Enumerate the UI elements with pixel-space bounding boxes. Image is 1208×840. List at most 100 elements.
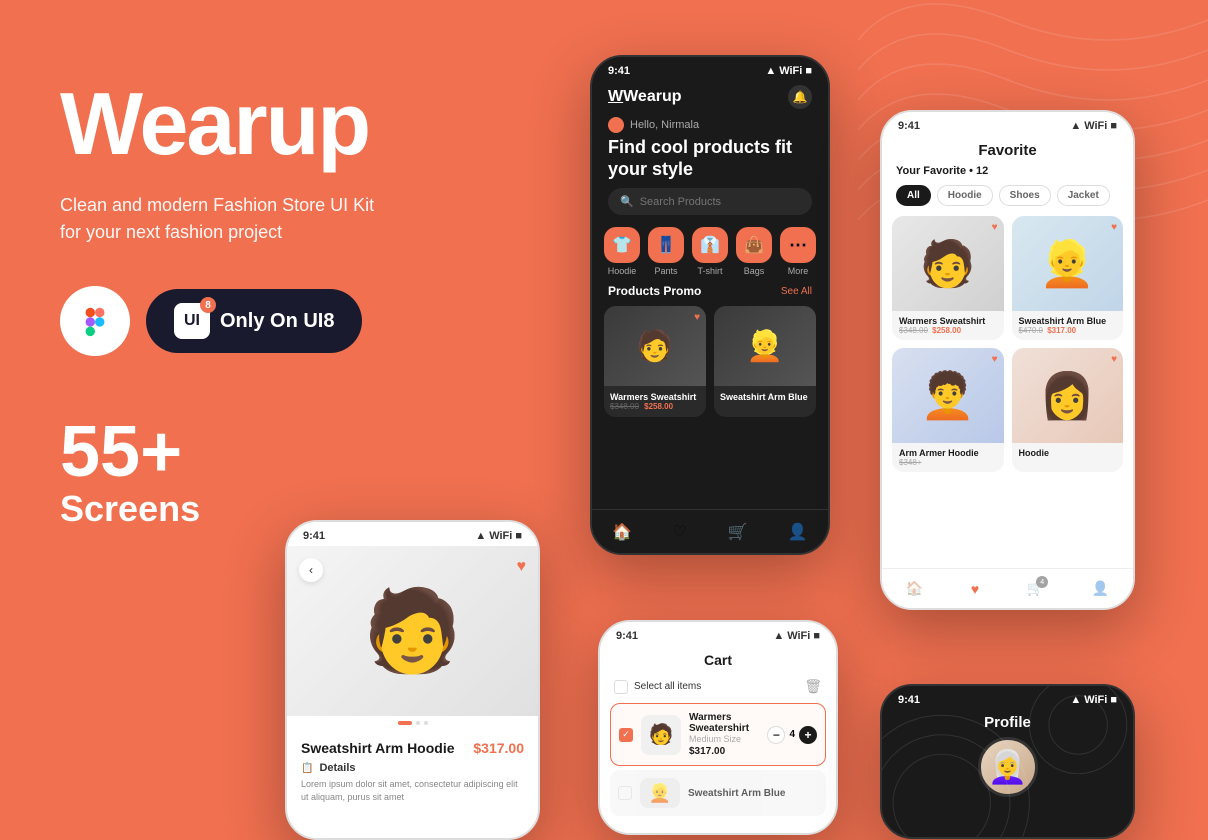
nav-home[interactable]: 🏠 xyxy=(612,522,632,542)
tab-shoes[interactable]: Shoes xyxy=(999,185,1051,206)
status-bar-profile: 9:41 ▲WiFi■ xyxy=(882,686,1133,710)
detail-heart-icon[interactable]: ♥ xyxy=(517,558,527,576)
brand-title: Wearup xyxy=(60,80,540,168)
nav-home-fav[interactable]: 🏠 xyxy=(906,580,923,597)
nav-cart[interactable]: 🛒 xyxy=(727,522,747,542)
select-all-checkbox[interactable] xyxy=(614,680,628,694)
detail-info: Sweatshirt Arm Hoodie $317.00 📋 Details … xyxy=(287,730,538,813)
ui8-logo: UI 8 xyxy=(174,303,210,339)
bottom-nav-home: 🏠 ♡ 🛒 👤 xyxy=(592,509,828,553)
fav-card-3[interactable]: 🧑‍🦱 ♥ Arm Armer Hoodie $348+ xyxy=(892,348,1004,472)
pants-icon: 👖 xyxy=(648,227,684,263)
cat-more[interactable]: ⋯ More xyxy=(780,227,816,276)
bags-icon: 👜 xyxy=(736,227,772,263)
status-bar-cart: 9:41 ▲WiFi■ xyxy=(600,622,836,646)
tab-jacket[interactable]: Jacket xyxy=(1057,185,1110,206)
nav-heart-fav[interactable]: ♥ xyxy=(971,581,979,597)
cart-select-row: Select all items 🗑 xyxy=(600,674,836,699)
phone-detail: 9:41 ▲WiFi■ ‹ ♥ 🧑 Sweatshirt Arm Hoodie … xyxy=(285,520,540,840)
delete-icon[interactable]: 🗑 xyxy=(804,678,822,695)
home-logo: WWearup xyxy=(608,88,682,106)
bell-icon[interactable]: 🔔 xyxy=(788,85,812,109)
home-tagline: Find cool products fit your style xyxy=(592,133,828,188)
nav-heart[interactable]: ♡ xyxy=(673,522,687,542)
filter-tabs: All Hoodie Shoes Jacket xyxy=(882,185,1133,216)
phone-profile: 9:41 ▲WiFi■ Profile 👩‍🦳 xyxy=(880,684,1135,839)
cart-item-checkbox-2[interactable] xyxy=(618,786,632,800)
nav-profile-fav[interactable]: 👤 xyxy=(1092,580,1109,597)
select-all-label[interactable]: Select all items xyxy=(614,680,701,694)
product-info-2: Sweatshirt Arm Blue xyxy=(714,386,816,408)
profile-avatar: 👩‍🦳 xyxy=(978,737,1038,797)
search-input[interactable] xyxy=(640,196,800,208)
fav-heart-1[interactable]: ♥ xyxy=(992,222,998,233)
nav-profile[interactable]: 👤 xyxy=(788,522,808,542)
detail-product-image: 🧑 xyxy=(363,584,463,678)
brand-subtitle: Clean and modern Fashion Store UI Kit fo… xyxy=(60,192,540,246)
fav-img-4: 👩 ♥ xyxy=(1012,348,1124,443)
cat-pants[interactable]: 👖 Pants xyxy=(648,227,684,276)
cat-hoodie[interactable]: 👕 Hoodie xyxy=(604,227,640,276)
badge-row: UI 8 Only On UI8 xyxy=(60,286,540,356)
category-row: 👕 Hoodie 👖 Pants 👔 T-shirt 👜 Bags ⋯ More xyxy=(592,227,828,284)
profile-avatar-container: 👩‍🦳 xyxy=(882,737,1133,797)
detail-image: ‹ ♥ 🧑 xyxy=(287,546,538,716)
product-card-2[interactable]: 👱 ♡ Sweatshirt Arm Blue xyxy=(714,306,816,417)
fav-grid: 🧑 ♥ Warmers Sweatshirt $348.00 $258.00 👱… xyxy=(882,216,1133,472)
product-img-1: 🧑 ♥ xyxy=(604,306,706,386)
figma-icon xyxy=(77,303,113,339)
fav-img-3: 🧑‍🦱 ♥ xyxy=(892,348,1004,443)
details-icon: 📋 xyxy=(301,763,313,774)
more-icon: ⋯ xyxy=(780,227,816,263)
hoodie-icon: 👕 xyxy=(604,227,640,263)
cart-item-checkbox-1[interactable]: ✓ xyxy=(619,728,633,742)
cart-item-1[interactable]: ✓ 🧑 Warmers Sweatershirt Medium Size $31… xyxy=(610,703,826,766)
figma-badge[interactable] xyxy=(60,286,130,356)
fav-title: Favorite xyxy=(882,136,1133,165)
fav-heart-3[interactable]: ♥ xyxy=(992,354,998,365)
product-img-2: 👱 ♡ xyxy=(714,306,816,386)
home-greeting: Hello, Nirmala xyxy=(592,117,828,133)
fav-subtitle: Your Favorite • 12 xyxy=(882,165,1133,185)
fav-card-2[interactable]: 👱 ♥ Sweatshirt Arm Blue $470.0 $317.00 xyxy=(1012,216,1124,340)
back-button[interactable]: ‹ xyxy=(299,558,323,582)
fav-heart-4[interactable]: ♥ xyxy=(1111,354,1117,365)
qty-increase[interactable]: + xyxy=(799,726,817,744)
fav-card-4[interactable]: 👩 ♥ Hoodie xyxy=(1012,348,1124,472)
cart-item-2[interactable]: 👱 Sweatshirt Arm Blue xyxy=(610,770,826,816)
phone-cart: 9:41 ▲WiFi■ Cart Select all items 🗑 ✓ 🧑 … xyxy=(598,620,838,835)
fav-img-1: 🧑 ♥ xyxy=(892,216,1004,311)
screens-count: 55+ Screens xyxy=(60,416,540,530)
cat-tshirt[interactable]: 👔 T-shirt xyxy=(692,227,728,276)
left-section: Wearup Clean and modern Fashion Store UI… xyxy=(60,80,540,530)
qty-decrease[interactable]: − xyxy=(767,726,785,744)
user-avatar-sm xyxy=(608,117,624,133)
home-header: WWearup 🔔 xyxy=(592,81,828,117)
tab-all[interactable]: All xyxy=(896,185,931,206)
profile-title: Profile xyxy=(882,710,1133,737)
status-bar-fav: 9:41 ▲WiFi■ xyxy=(882,112,1133,136)
products-header: Products Promo See All xyxy=(592,284,828,306)
search-bar[interactable]: 🔍 xyxy=(608,188,812,215)
cart-qty-1: − 4 + xyxy=(767,726,817,744)
heart-icon-1[interactable]: ♥ xyxy=(694,312,700,323)
fav-img-2: 👱 ♥ xyxy=(1012,216,1124,311)
product-card-1[interactable]: 🧑 ♥ Warmers Sweatshirt $348.00 $258.00 xyxy=(604,306,706,417)
tshirt-icon: 👔 xyxy=(692,227,728,263)
cart-item-img-1: 🧑 xyxy=(641,715,681,755)
heart-icon-2[interactable]: ♡ xyxy=(801,312,810,323)
cart-item-img-2: 👱 xyxy=(640,778,680,808)
fav-card-1[interactable]: 🧑 ♥ Warmers Sweatshirt $348.00 $258.00 xyxy=(892,216,1004,340)
cart-title: Cart xyxy=(600,646,836,674)
search-icon: 🔍 xyxy=(620,195,634,208)
pagination-dots xyxy=(287,716,538,730)
phone-home: 9:41 ▲ WiFi ■ WWearup 🔔 Hello, Nirmala F… xyxy=(590,55,830,555)
status-bar-detail: 9:41 ▲WiFi■ xyxy=(287,522,538,546)
fav-heart-2[interactable]: ♥ xyxy=(1111,222,1117,233)
nav-cart-fav[interactable]: 🛒 4 xyxy=(1027,580,1044,597)
status-bar-home: 9:41 ▲ WiFi ■ xyxy=(592,57,828,81)
ui8-badge[interactable]: UI 8 Only On UI8 xyxy=(146,289,362,353)
cat-bags[interactable]: 👜 Bags xyxy=(736,227,772,276)
product-info-1: Warmers Sweatshirt $348.00 $258.00 xyxy=(604,386,706,417)
tab-hoodie[interactable]: Hoodie xyxy=(937,185,993,206)
